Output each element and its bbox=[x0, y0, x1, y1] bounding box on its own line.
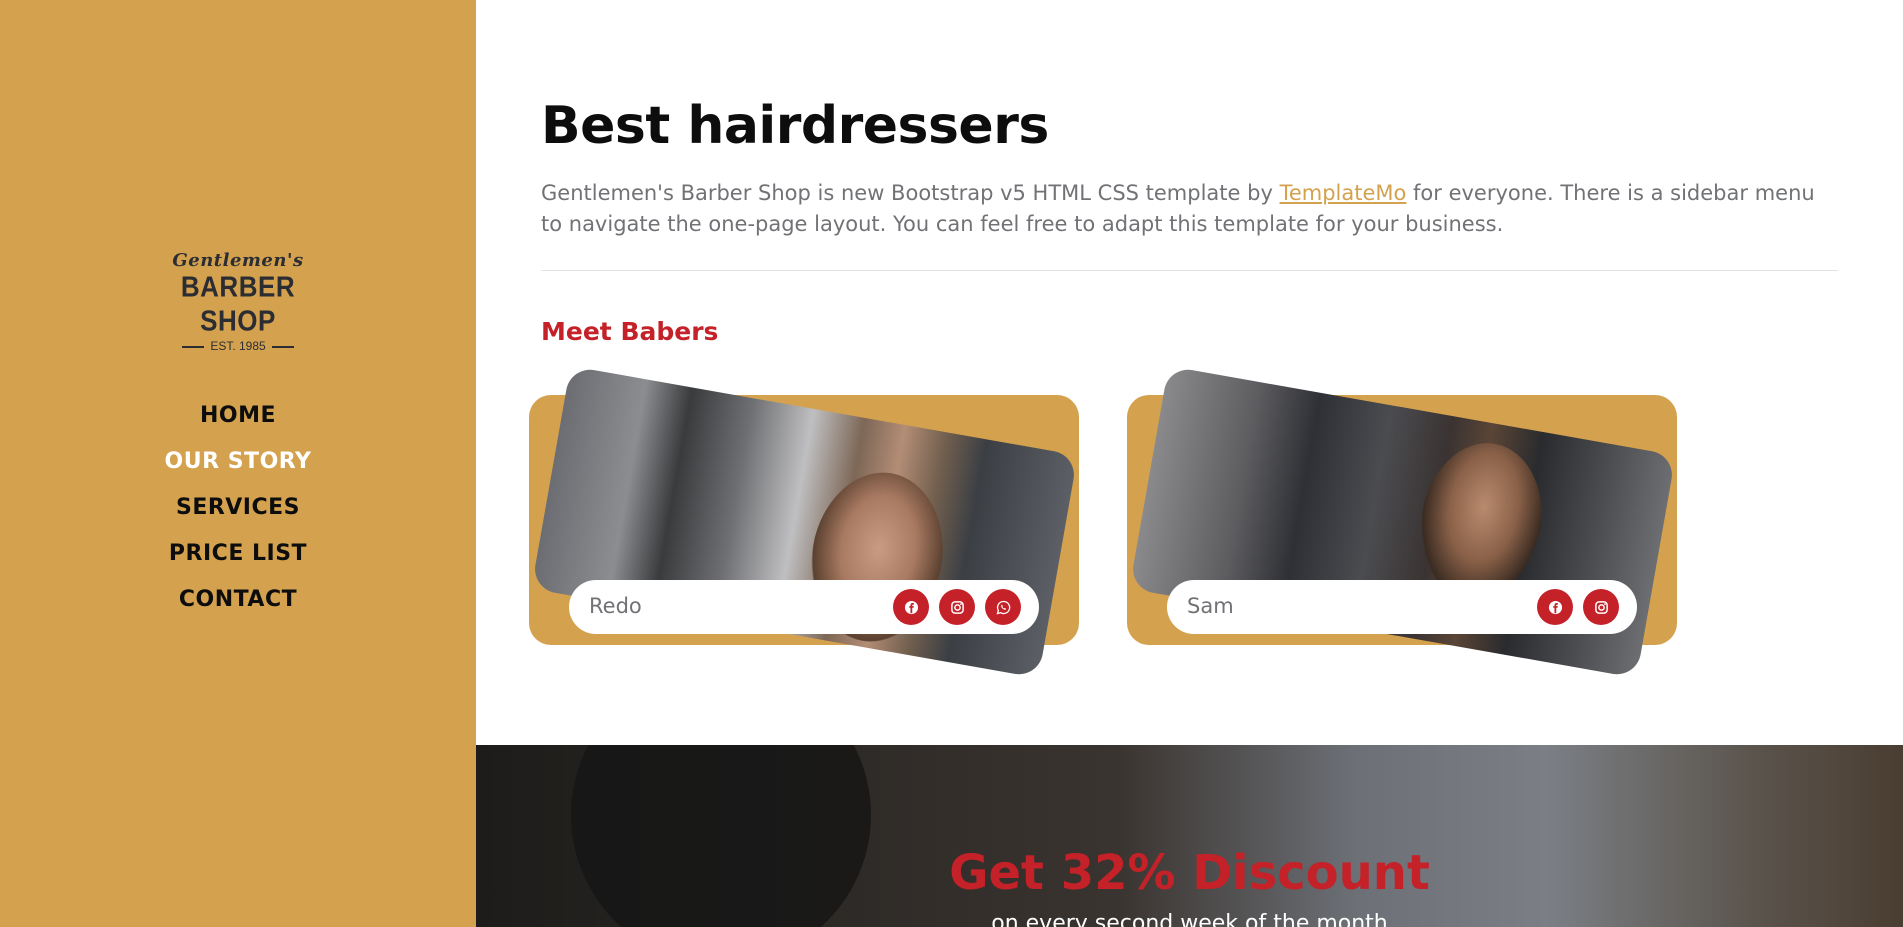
discount-subtitle: on every second week of the month bbox=[991, 911, 1388, 927]
barber-card-redo: Redo bbox=[529, 366, 1079, 678]
intro-paragraph: Gentlemen's Barber Shop is new Bootstrap… bbox=[541, 178, 1821, 240]
sidebar: Gentlemen's BARBER SHOP EST. 1985 HOME O… bbox=[0, 0, 476, 927]
discount-title: Get 32% Discount bbox=[949, 845, 1430, 901]
page-title: Best hairdressers bbox=[541, 96, 1049, 156]
logo-script-text: Gentlemen's bbox=[172, 250, 304, 271]
barber-name: Sam bbox=[1187, 594, 1234, 618]
templatemo-link[interactable]: TemplateMo bbox=[1280, 181, 1407, 205]
barber-name-bar: Sam bbox=[1167, 580, 1637, 634]
facebook-icon[interactable] bbox=[893, 589, 929, 625]
nav-item-home: HOME bbox=[0, 398, 476, 444]
nav-item-price-list: PRICE LIST bbox=[0, 536, 476, 582]
barber-name: Redo bbox=[589, 594, 642, 618]
sidebar-nav: HOME OUR STORY SERVICES PRICE LIST CONTA… bbox=[0, 398, 476, 628]
instagram-icon[interactable] bbox=[939, 589, 975, 625]
main-content: Best hairdressers Gentlemen's Barber Sho… bbox=[476, 0, 1903, 927]
facebook-icon[interactable] bbox=[1537, 589, 1573, 625]
nav-item-services: SERVICES bbox=[0, 490, 476, 536]
whatsapp-icon[interactable] bbox=[985, 589, 1021, 625]
barber-name-bar: Redo bbox=[569, 580, 1039, 634]
nav-link-contact[interactable]: CONTACT bbox=[179, 587, 297, 612]
logo-main-text: BARBER SHOP bbox=[180, 269, 296, 337]
nav-item-our-story: OUR STORY bbox=[0, 444, 476, 490]
intro-text-before: Gentlemen's Barber Shop is new Bootstrap… bbox=[541, 181, 1280, 205]
section-divider bbox=[541, 270, 1838, 271]
nav-link-our-story[interactable]: OUR STORY bbox=[165, 449, 312, 474]
barber-card-sam: Sam bbox=[1127, 366, 1677, 678]
nav-item-contact: CONTACT bbox=[0, 582, 476, 628]
nav-link-home[interactable]: HOME bbox=[200, 403, 276, 428]
nav-link-services[interactable]: SERVICES bbox=[176, 495, 300, 520]
nav-link-price-list[interactable]: PRICE LIST bbox=[169, 541, 307, 566]
logo-est-text: EST. 1985 bbox=[160, 339, 316, 353]
discount-banner: Get 32% Discount on every second week of… bbox=[476, 745, 1903, 927]
barber-shop-logo[interactable]: Gentlemen's BARBER SHOP EST. 1985 bbox=[160, 250, 316, 353]
team-heading: Meet Babers bbox=[541, 317, 719, 346]
social-links bbox=[1537, 589, 1619, 625]
instagram-icon[interactable] bbox=[1583, 589, 1619, 625]
social-links bbox=[893, 589, 1021, 625]
